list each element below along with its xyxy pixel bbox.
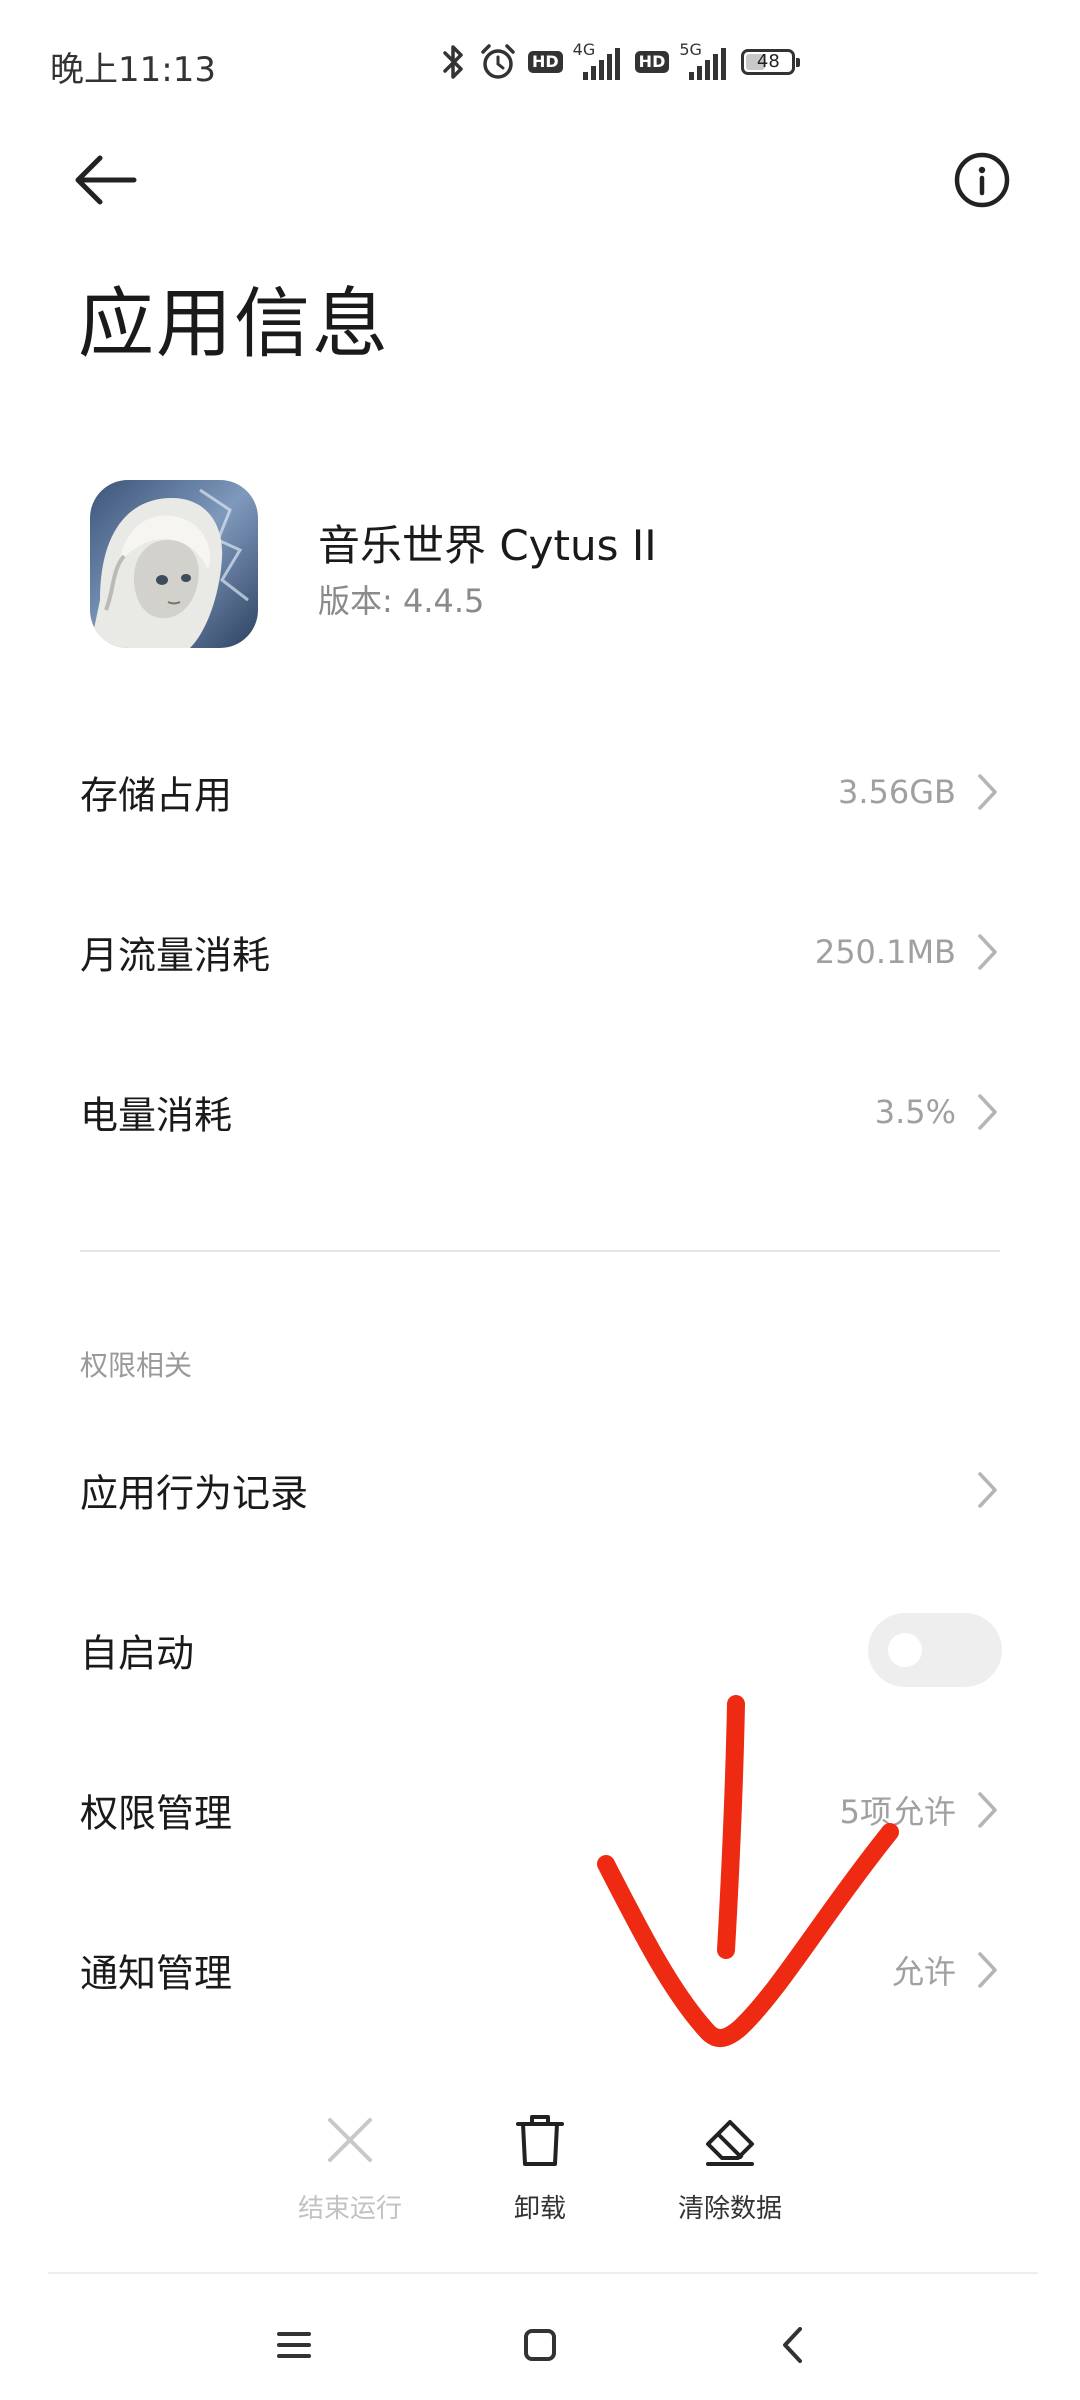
navigation-bar [0,2290,1080,2400]
chevron-right-icon [978,1792,997,1828]
action-label: 清除数据 [677,2194,782,2224]
battery-icon: 48 [741,49,801,75]
chevron-left-icon [783,2327,802,2363]
force-stop-button[interactable]: 结束运行 [250,2110,450,2250]
back-arrow-icon [75,155,137,205]
app-version: 版本: 4.4.5 [318,582,485,620]
row-value: 3.56GB [838,773,956,811]
notification-management-row[interactable]: 通知管理 允许 [0,1890,1080,2050]
row-label: 电量消耗 [80,1093,233,1138]
row-label: 月流量消耗 [80,933,271,978]
alarm-icon [481,44,515,79]
section-divider [80,1250,1000,1252]
home-square-icon [524,2329,556,2361]
hd-badge: HD [634,51,670,73]
eraser-icon [706,2120,754,2166]
storage-row[interactable]: 存储占用 3.56GB [0,712,1080,872]
chevron-right-icon [978,1472,997,1508]
row-value: 5项允许 [839,1793,956,1831]
chevron-right-icon [978,1094,997,1130]
trash-icon [516,2115,564,2166]
signal-5g-icon: 5G [679,40,731,82]
uninstall-button[interactable]: 卸载 [440,2110,640,2250]
row-value: 250.1MB [814,933,956,971]
hd-badge: HD [528,51,563,73]
row-label: 应用行为记录 [80,1471,309,1516]
toggle-knob [888,1633,922,1667]
row-value: 3.5% [874,1093,956,1131]
signal-4g-icon: 4G [573,40,625,82]
page-title: 应用信息 [78,279,390,368]
back-button[interactable] [64,140,144,220]
battery-usage-row[interactable]: 电量消耗 3.5% [0,1032,1080,1192]
nav-back-button[interactable] [758,2310,828,2380]
row-label: 自启动 [80,1631,195,1676]
close-icon [328,2118,372,2162]
data-usage-row[interactable]: 月流量消耗 250.1MB [0,872,1080,1032]
clear-data-button[interactable]: 清除数据 [630,2110,830,2250]
status-time: 晚上11:13 [50,50,216,90]
action-label: 卸载 [513,2194,566,2224]
home-button[interactable] [505,2310,575,2380]
section-title-permissions: 权限相关 [80,1349,193,1382]
autostart-row: 自启动 [0,1570,1080,1730]
chevron-right-icon [978,1952,997,1988]
nav-divider [48,2272,1038,2274]
action-bar: 结束运行 卸载 清除数据 [0,2110,1080,2250]
info-button[interactable] [942,140,1022,220]
chevron-right-icon [978,774,997,810]
row-label: 存储占用 [80,773,233,818]
row-label: 权限管理 [80,1791,233,1836]
permission-management-row[interactable]: 权限管理 5项允许 [0,1730,1080,1890]
app-icon [90,480,258,648]
chevron-right-icon [978,934,997,970]
bluetooth-icon [443,45,463,79]
app-name: 音乐世界 Cytus II [318,521,657,570]
action-label: 结束运行 [297,2194,402,2224]
row-value: 允许 [891,1953,956,1991]
autostart-toggle[interactable] [868,1613,1002,1687]
menu-button[interactable] [259,2310,329,2380]
status-icons: HD 4G HD 5G 48 [440,38,801,86]
app-info-screen: 晚上11:13 HD 4G HD 5G 48 应用信息 音乐世界 Cytus I… [0,0,1080,2400]
menu-icon [277,2332,311,2358]
battery-level: 48 [756,51,780,72]
info-icon [954,152,1010,208]
behavior-log-row[interactable]: 应用行为记录 [0,1410,1080,1570]
row-label: 通知管理 [80,1951,233,1996]
